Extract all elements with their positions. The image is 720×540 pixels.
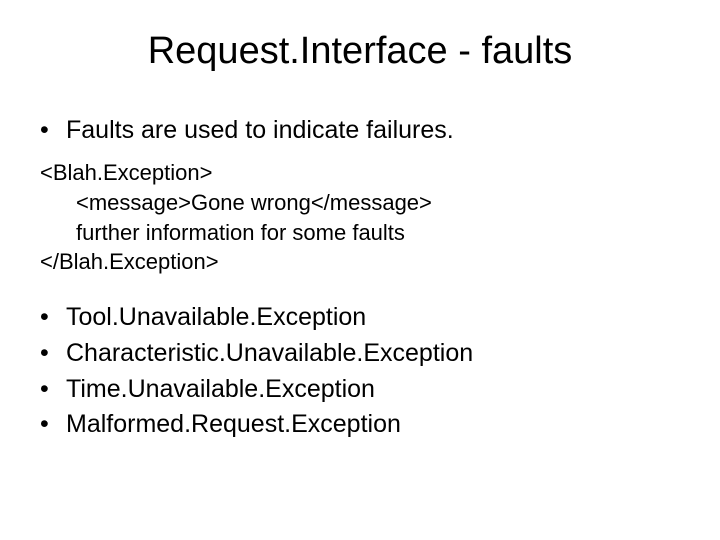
code-line: further information for some faults bbox=[40, 218, 690, 248]
intro-bullet: Faults are used to indicate failures. bbox=[30, 115, 690, 146]
exception-list: Tool.Unavailable.Exception Characteristi… bbox=[30, 301, 690, 442]
code-line: </Blah.Exception> bbox=[40, 247, 690, 277]
code-line: <Blah.Exception> bbox=[40, 158, 690, 188]
list-item: Time.Unavailable.Exception bbox=[40, 373, 690, 407]
slide-title: Request.Interface - faults bbox=[30, 30, 690, 73]
code-line: <message>Gone wrong</message> bbox=[40, 188, 690, 218]
code-block: <Blah.Exception> <message>Gone wrong</me… bbox=[30, 158, 690, 277]
slide: Request.Interface - faults Faults are us… bbox=[0, 0, 720, 540]
list-item: Characteristic.Unavailable.Exception bbox=[40, 337, 690, 371]
list-item: Tool.Unavailable.Exception bbox=[40, 301, 690, 335]
list-item: Malformed.Request.Exception bbox=[40, 408, 690, 442]
